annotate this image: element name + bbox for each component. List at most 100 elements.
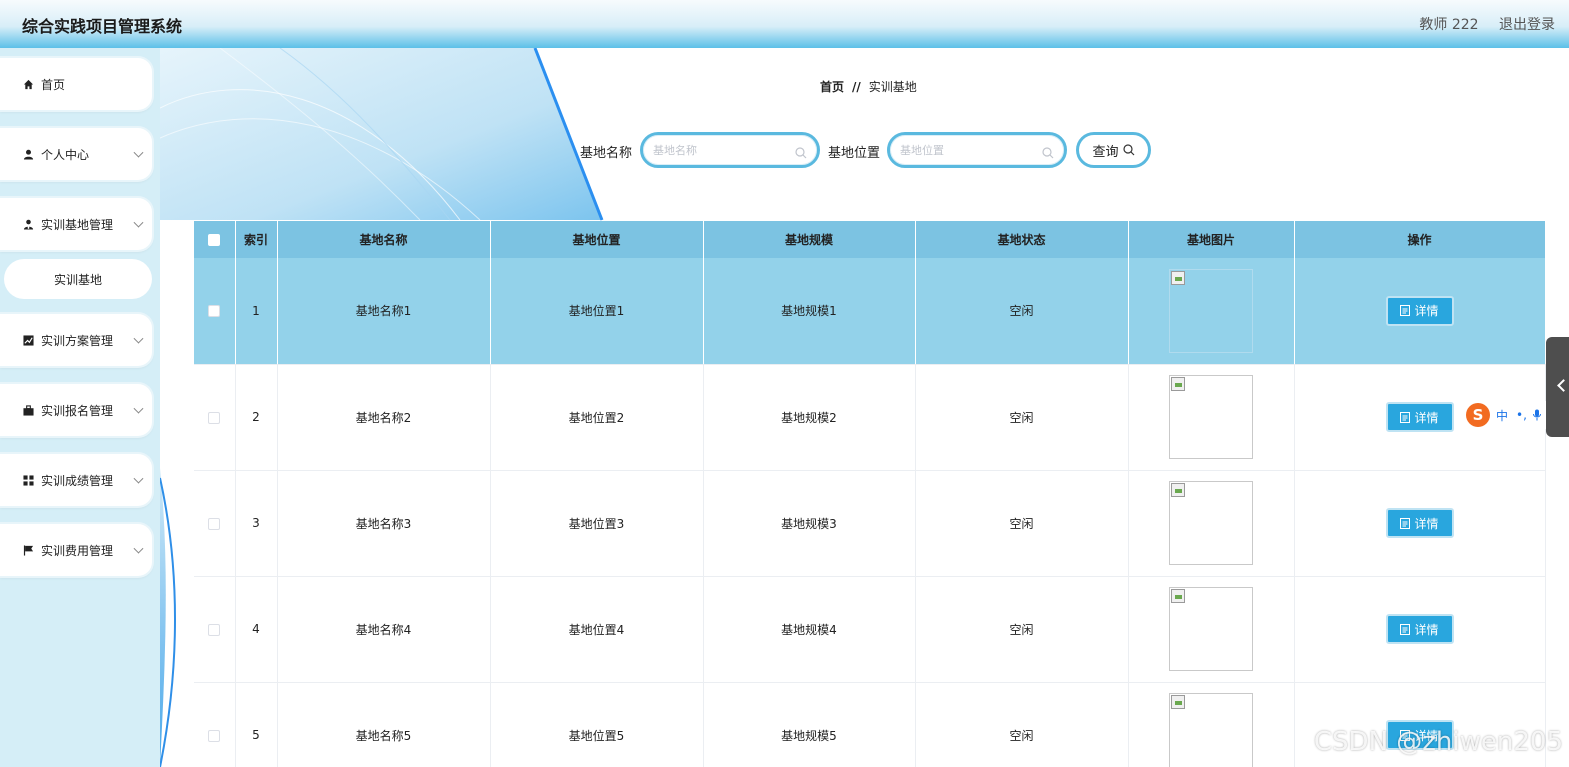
status-cell: 空闲 [915,682,1129,767]
sidebar-item-personal-center[interactable]: 个人中心 [0,128,152,180]
sidebar-item-label: 实训方案管理 [41,333,114,348]
index-cell: 1 [235,258,278,365]
image-cell [1128,470,1295,577]
ime-toolbar[interactable]: S 中 •, [1463,401,1553,429]
table-row[interactable]: 1 基地名称1 基地位置1 基地规模1 空闲 详情 [194,258,1546,365]
row-checkbox[interactable] [208,411,221,424]
action-cell: 详情 [1294,258,1546,365]
broken-image-icon [1171,695,1185,709]
side-collapse-tab[interactable] [1546,337,1569,437]
user-icon [22,148,34,160]
main-content: 首页 // 实训基地 基地名称 基地位置 查询 索引 基地名称 [160,48,1569,767]
sidebar-item-plan-management[interactable]: 实训方案管理 [0,314,152,366]
sidebar-subitem-training-base[interactable]: 实训基地 [4,259,152,299]
sidebar: 首页 个人中心 实训基地管理 实训基地 实训方案管理 实训报名管理 实训成绩管理… [0,48,160,767]
table-header-row: 索引 基地名称 基地位置 基地规模 基地状态 基地图片 操作 [194,221,1546,258]
index-cell: 2 [235,364,278,471]
column-header: 基地规模 [703,221,916,258]
breadcrumb: 首页 // 实训基地 [820,78,917,95]
broken-image-icon [1171,377,1185,391]
checkbox-cell [194,364,236,471]
ime-punct-label: •, [1516,408,1527,422]
sidebar-item-base-management[interactable]: 实训基地管理 [0,198,152,250]
column-header: 操作 [1294,221,1546,258]
sidebar-item-home[interactable]: 首页 [0,58,152,110]
status-cell: 空闲 [915,258,1129,365]
query-button[interactable]: 查询 [1076,132,1151,168]
breadcrumb-current: 实训基地 [868,80,917,94]
checkbox-cell [194,258,236,365]
query-button-label: 查询 [1092,144,1119,160]
detail-button-label: 详情 [1414,410,1439,425]
checkbox-cell [194,576,236,683]
index-cell: 5 [235,682,278,767]
column-header: 索引 [235,221,278,258]
sidebar-item-label: 实训基地管理 [41,217,114,232]
location-cell: 基地位置2 [490,364,704,471]
chevron-down-icon [133,403,144,414]
scale-cell: 基地规模4 [703,576,916,683]
microphone-icon [1532,409,1541,421]
column-header: 基地名称 [277,221,491,258]
sidebar-item-registration-management[interactable]: 实训报名管理 [0,384,152,436]
index-cell: 3 [235,470,278,577]
broken-image-icon [1171,483,1185,497]
base-image [1169,375,1253,459]
scale-cell: 基地规模2 [703,364,916,471]
location-cell: 基地位置5 [490,682,704,767]
column-header: 基地图片 [1128,221,1295,258]
row-checkbox[interactable] [208,623,221,636]
chevron-down-icon [133,473,144,484]
detail-button[interactable]: 详情 [1385,295,1454,326]
document-icon [1400,305,1411,317]
status-cell: 空闲 [915,576,1129,683]
location-cell: 基地位置4 [490,576,704,683]
name-cell: 基地名称2 [277,364,491,471]
chevron-down-icon [133,217,144,228]
detail-button[interactable]: 详情 [1385,402,1454,432]
breadcrumb-home[interactable]: 首页 [820,80,844,94]
chevron-down-icon [133,543,144,554]
action-cell: 详情 [1294,576,1546,683]
app-title: 综合实践项目管理系统 [22,17,183,36]
header-user-area: 教师 222 退出登录 [1403,14,1555,34]
search-icon [795,144,807,163]
sidebar-item-fee-management[interactable]: 实训费用管理 [0,524,152,576]
document-icon [1400,411,1411,423]
detail-button[interactable]: 详情 [1385,614,1454,644]
select-all-checkbox[interactable] [208,234,221,246]
document-icon [1400,623,1411,635]
breadcrumb-separator: // [852,80,861,94]
name-cell: 基地名称5 [277,682,491,767]
sidebar-item-score-management[interactable]: 实训成绩管理 [0,454,152,506]
current-user: 教师 222 [1419,17,1479,33]
logout-link[interactable]: 退出登录 [1499,17,1555,33]
base-image [1169,693,1253,767]
watermark: CSDN @zhiwen205 [1313,727,1563,757]
home-icon [22,78,34,90]
sidebar-item-label: 个人中心 [41,147,90,162]
row-checkbox[interactable] [208,517,221,530]
table-row[interactable]: 3 基地名称3 基地位置3 基地规模3 空闲 详情 [194,470,1546,577]
sidebar-subitem-label: 实训基地 [53,272,102,287]
training-base-table: 索引 基地名称 基地位置 基地规模 基地状态 基地图片 操作 1 基地名称1 基… [194,221,1546,767]
location-cell: 基地位置3 [490,470,704,577]
row-checkbox[interactable] [208,305,221,318]
table-row[interactable]: 2 基地名称2 基地位置2 基地规模2 空闲 详情 [194,364,1546,471]
base-location-input[interactable] [900,135,1040,165]
search-icon [1042,144,1054,163]
row-checkbox[interactable] [208,729,221,742]
base-image [1169,481,1253,565]
base-name-input[interactable] [653,135,793,165]
name-cell: 基地名称4 [277,576,491,683]
detail-button[interactable]: 详情 [1385,508,1454,538]
detail-button-label: 详情 [1414,516,1439,531]
sidebar-item-label: 实训报名管理 [41,403,114,418]
chevron-down-icon [133,147,144,158]
status-cell: 空闲 [915,470,1129,577]
scale-cell: 基地规模3 [703,470,916,577]
base-name-search-box [640,132,820,168]
flag-icon [22,544,34,556]
select-all-cell [194,221,236,258]
table-row[interactable]: 4 基地名称4 基地位置4 基地规模4 空闲 详情 [194,576,1546,683]
